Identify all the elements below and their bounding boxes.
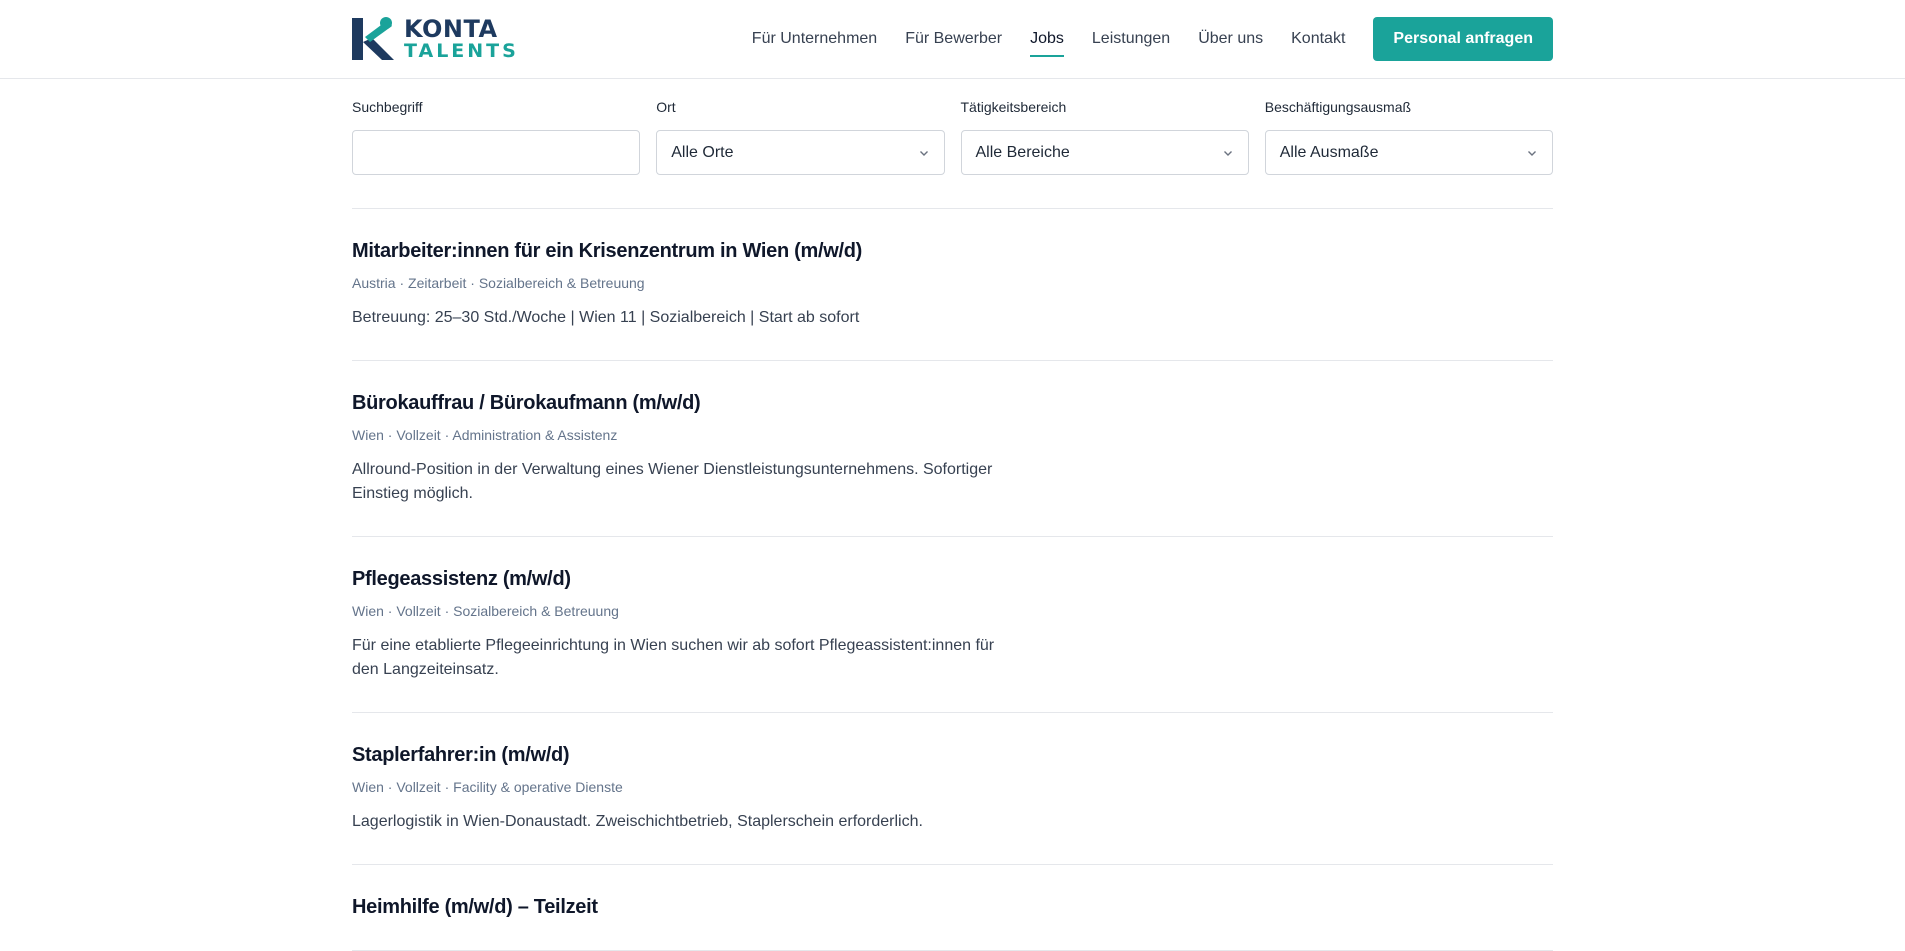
chevron-down-icon bbox=[919, 150, 928, 156]
nav-fuer-bewerber[interactable]: Für Bewerber bbox=[905, 0, 1002, 78]
chevron-down-icon bbox=[1223, 150, 1232, 156]
job-item[interactable]: Staplerfahrer:in (m/w/d) Wien · Vollzeit… bbox=[352, 713, 1553, 865]
extent-select[interactable]: Alle Ausmaße bbox=[1264, 130, 1553, 175]
logo-word-top: KONTA bbox=[404, 15, 498, 43]
search-input[interactable] bbox=[352, 130, 641, 175]
job-item[interactable]: Heimhilfe (m/w/d) – Teilzeit bbox=[352, 865, 1553, 951]
job-title[interactable]: Staplerfahrer:in (m/w/d) bbox=[352, 742, 1553, 768]
chevron-down-icon bbox=[1528, 150, 1536, 156]
logo-word-bottom: TALENTS bbox=[404, 40, 519, 62]
job-filters: Suchbegriff Ort Alle Orte Tätigkeitsbere… bbox=[352, 79, 1553, 175]
logo-text: KONTA TALENTS bbox=[404, 17, 519, 61]
main-nav: Für Unternehmen Für Bewerber Jobs Leistu… bbox=[724, 0, 1553, 78]
job-item[interactable]: Bürokauffrau / Bürokaufmann (m/w/d) Wien… bbox=[352, 361, 1553, 537]
job-title[interactable]: Mitarbeiter:innen für ein Krisenzentrum … bbox=[352, 238, 1553, 264]
nav-leistungen[interactable]: Leistungen bbox=[1092, 0, 1170, 78]
job-description: Allround-Position in der Verwaltung eine… bbox=[352, 461, 993, 502]
job-description: Für eine etablierte Pflegeeinrichtung in… bbox=[352, 637, 995, 678]
jobs-main: Suchbegriff Ort Alle Orte Tätigkeitsbere… bbox=[352, 79, 1553, 951]
nav-fuer-unternehmen[interactable]: Für Unternehmen bbox=[752, 0, 877, 78]
location-select[interactable]: Alle Orte bbox=[656, 130, 945, 175]
nav-ueber-uns[interactable]: Über uns bbox=[1198, 0, 1263, 78]
job-meta: Wien · Vollzeit · Facility & operative D… bbox=[352, 779, 623, 795]
location-select-value: Alle Orte bbox=[671, 143, 734, 161]
filter-search: Suchbegriff bbox=[352, 99, 641, 175]
filter-location: Ort Alle Orte bbox=[656, 99, 945, 175]
job-title[interactable]: Heimhilfe (m/w/d) – Teilzeit bbox=[352, 894, 1553, 920]
personal-anfragen-button[interactable]: Personal anfragen bbox=[1373, 17, 1553, 61]
job-description: Betreuung: 25–30 Std./Woche | Wien 11 | … bbox=[352, 309, 860, 326]
logo[interactable]: KONTA TALENTS bbox=[352, 16, 519, 62]
nav-jobs[interactable]: Jobs bbox=[1030, 0, 1064, 78]
job-description: Lagerlogistik in Wien-Donaustadt. Zweisc… bbox=[352, 813, 923, 830]
area-select-value: Alle Bereiche bbox=[975, 143, 1070, 161]
site-header: KONTA TALENTS Für Unternehmen Für Bewerb… bbox=[0, 0, 1905, 79]
job-title[interactable]: Pflegeassistenz (m/w/d) bbox=[352, 566, 1553, 592]
search-label: Suchbegriff bbox=[352, 99, 423, 115]
area-select[interactable]: Alle Bereiche bbox=[960, 130, 1249, 175]
extent-select-value: Alle Ausmaße bbox=[1279, 143, 1379, 161]
header-inner: KONTA TALENTS Für Unternehmen Für Bewerb… bbox=[352, 0, 1553, 78]
extent-label: Beschäftigungsausmaß bbox=[1264, 99, 1412, 115]
filter-extent: Beschäftigungsausmaß Alle Ausmaße bbox=[1264, 99, 1553, 175]
job-list: Mitarbeiter:innen für ein Krisenzentrum … bbox=[352, 209, 1553, 951]
job-meta: Austria · Zeitarbeit · Sozialbereich & B… bbox=[352, 275, 645, 291]
konta-logo-icon bbox=[352, 17, 394, 60]
location-label: Ort bbox=[656, 99, 676, 115]
job-item[interactable]: Pflegeassistenz (m/w/d) Wien · Vollzeit … bbox=[352, 537, 1553, 713]
job-item[interactable]: Mitarbeiter:innen für ein Krisenzentrum … bbox=[352, 209, 1553, 361]
nav-kontakt[interactable]: Kontakt bbox=[1291, 0, 1345, 78]
job-meta: Wien · Vollzeit · Sozialbereich & Betreu… bbox=[352, 603, 619, 619]
filter-area: Tätigkeitsbereich Alle Bereiche bbox=[960, 99, 1249, 175]
job-title[interactable]: Bürokauffrau / Bürokaufmann (m/w/d) bbox=[352, 390, 1553, 416]
job-meta: Wien · Vollzeit · Administration & Assis… bbox=[352, 427, 618, 443]
area-label: Tätigkeitsbereich bbox=[960, 99, 1067, 115]
